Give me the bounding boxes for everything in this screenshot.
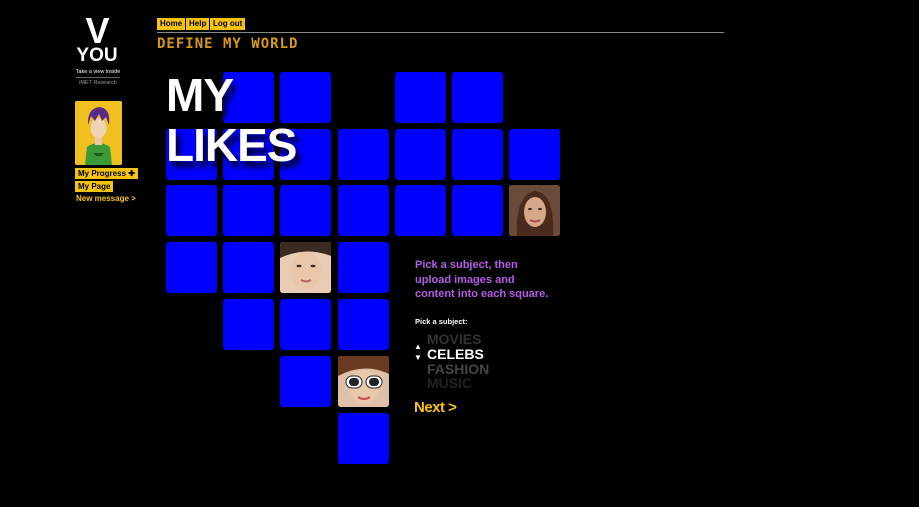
section-title: DEFINE MY WORLD — [157, 36, 299, 52]
heading-line-2: LIKES — [166, 119, 297, 171]
grid-square[interactable] — [280, 356, 331, 407]
scroll-up-arrow-icon[interactable]: ▲ — [414, 343, 422, 351]
logout-button[interactable]: Log out — [210, 18, 246, 30]
grid-square[interactable] — [223, 185, 274, 236]
logo-you: YOU — [76, 45, 118, 66]
help-button[interactable]: Help — [186, 18, 210, 30]
grid-square[interactable] — [338, 299, 389, 350]
my-progress-button[interactable]: My Progress ✚ — [75, 168, 138, 179]
grid-square[interactable] — [452, 129, 503, 180]
grid-square[interactable] — [338, 242, 389, 293]
grid-square[interactable] — [395, 185, 446, 236]
grid-square[interactable] — [338, 129, 389, 180]
pick-subject-label: Pick a subject: — [415, 317, 468, 326]
page-heading: MY LIKES — [166, 69, 297, 171]
grid-square[interactable] — [395, 72, 446, 123]
my-progress-label: My Progress — [78, 169, 127, 178]
grid-square[interactable] — [452, 72, 503, 123]
grid-square[interactable] — [166, 185, 217, 236]
grid-square[interactable] — [395, 129, 446, 180]
logo-divider — [76, 77, 120, 78]
next-button[interactable]: Next > — [414, 399, 457, 416]
celebrity-photo-1 — [509, 185, 560, 236]
grid-square[interactable] — [280, 299, 331, 350]
subject-option-celebs[interactable]: CELEBS — [427, 347, 484, 361]
grid-square[interactable] — [338, 413, 389, 464]
logo-tagline: Take a view inside — [75, 69, 121, 75]
celebrity-photo-2 — [280, 242, 331, 293]
logo-subtitle: iMET Research — [79, 80, 117, 86]
my-page-button[interactable]: My Page — [75, 181, 114, 192]
instruction-text: Pick a subject, then upload images and c… — [415, 259, 549, 300]
grid-square[interactable] — [223, 299, 274, 350]
grid-square-photo[interactable] — [338, 356, 389, 407]
header-divider — [157, 32, 724, 33]
grid-square[interactable] — [223, 242, 274, 293]
heading-line-1: MY — [166, 69, 234, 121]
home-button[interactable]: Home — [157, 18, 186, 30]
subject-option-fashion[interactable]: FASHION — [427, 362, 489, 376]
logo-v: V — [85, 10, 109, 51]
scroll-down-arrow-icon[interactable]: ▼ — [414, 354, 422, 362]
grid-square[interactable] — [338, 185, 389, 236]
celebrity-photo-3 — [338, 356, 389, 407]
grid-square-photo[interactable] — [509, 185, 560, 236]
subject-option-movies[interactable]: MOVIES — [427, 332, 481, 346]
plus-icon: ✚ — [128, 169, 135, 178]
grid-square[interactable] — [280, 185, 331, 236]
new-message-link[interactable]: New message > — [76, 194, 136, 203]
avatar-illustration — [75, 101, 122, 165]
grid-square[interactable] — [166, 242, 217, 293]
grid-square[interactable] — [452, 185, 503, 236]
subject-option-music[interactable]: MUSIC — [427, 376, 472, 390]
grid-square-photo[interactable] — [280, 242, 331, 293]
grid-square[interactable] — [509, 129, 560, 180]
logo: V YOU — [74, 10, 120, 66]
avatar[interactable] — [75, 101, 122, 165]
